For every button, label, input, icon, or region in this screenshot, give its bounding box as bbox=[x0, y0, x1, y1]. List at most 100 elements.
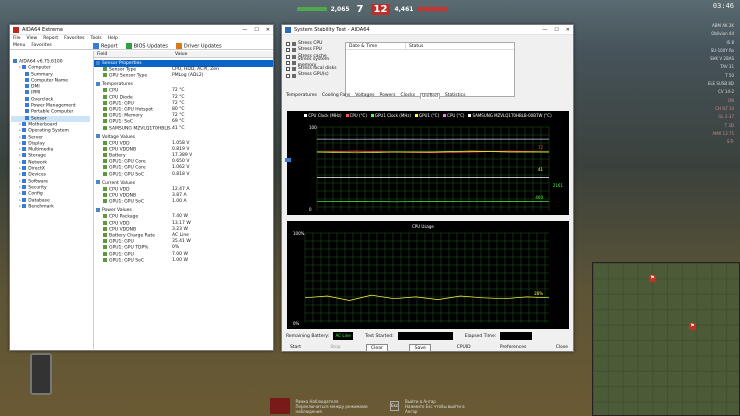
roster-entry: CH ILT 10 bbox=[715, 105, 734, 111]
legend-swatch bbox=[345, 114, 349, 117]
spectator-icon bbox=[270, 398, 290, 414]
tab-statistics[interactable]: Statistics bbox=[445, 93, 466, 99]
sst-app-icon bbox=[285, 26, 291, 33]
legend-label: GPU1 Clock (MHz) bbox=[374, 113, 411, 118]
sensor-field-label: GPU1: GPU SoC bbox=[109, 172, 144, 178]
remaining-battery-label: Remaining Battery: bbox=[286, 333, 330, 339]
status-header: Status bbox=[409, 44, 424, 49]
tree-item[interactable]: › Benchmark bbox=[11, 203, 90, 210]
roster-entry: ON bbox=[727, 97, 734, 103]
section-title: Current Values bbox=[102, 180, 136, 186]
tab-voltages[interactable]: Voltages bbox=[355, 93, 374, 99]
sensor-field-label: GPU1: GPU Core bbox=[109, 159, 146, 165]
report-button[interactable]: Report bbox=[93, 42, 118, 49]
menu-item-file[interactable]: File bbox=[13, 35, 21, 42]
button-row: Start Stop Clear Save CPUID Preferences … bbox=[286, 344, 572, 352]
aida64-window[interactable]: AIDA64 Extreme — ☐ ✕ File View Report Favor… bbox=[9, 24, 274, 351]
section-icon bbox=[96, 60, 100, 65]
legend-entry[interactable]: SAMSUNG MZVLQ1T0HBLB-00B7W (°C) bbox=[468, 113, 552, 118]
stability-test-window[interactable]: System Stability Test - AIDA64 — ☐ ✕ Str… bbox=[281, 24, 574, 352]
checkbox[interactable] bbox=[286, 67, 290, 72]
aida64-titlebar[interactable]: AIDA64 Extreme — ☐ ✕ bbox=[10, 25, 273, 35]
tree-node-icon bbox=[22, 153, 27, 158]
sensor-icon bbox=[103, 193, 107, 197]
section-title: Voltage Values bbox=[102, 134, 136, 140]
checkbox[interactable] bbox=[286, 54, 290, 59]
graph-scroll-marker bbox=[285, 158, 291, 162]
sensor-row[interactable]: GPU1: GPU SoC 0.818 V bbox=[94, 171, 273, 178]
sensor-icon bbox=[103, 245, 107, 250]
sensor-row[interactable]: GPU1: GPU SoC 1.00 A bbox=[94, 199, 273, 205]
sensor-field-label: GPU Sensor Type bbox=[109, 73, 148, 79]
maximize-icon[interactable]: ☐ bbox=[254, 27, 258, 33]
section-header: Current Values bbox=[94, 180, 273, 187]
sst-body: Stress CPU Stress FPU Stress cache Stress s… bbox=[282, 35, 573, 352]
menu-item-report[interactable]: Report bbox=[43, 35, 58, 42]
checkbox[interactable] bbox=[286, 61, 290, 66]
close-icon[interactable]: ✕ bbox=[266, 27, 270, 33]
report-icon bbox=[93, 42, 99, 49]
sensor-row[interactable]: GPU1: GPU SoC 1.00 W bbox=[94, 257, 273, 264]
bios-updates-button[interactable]: BIOS Updates bbox=[125, 42, 168, 49]
cpuid-button[interactable]: CPUID bbox=[453, 344, 475, 352]
close-button[interactable]: Close bbox=[552, 344, 572, 352]
tree-node-icon bbox=[22, 178, 27, 183]
tab-cooling-fans[interactable]: Cooling Fans bbox=[322, 93, 350, 99]
tree-node-icon bbox=[25, 103, 29, 108]
tree-node-icon bbox=[25, 77, 29, 82]
tab-clocks[interactable]: Clocks bbox=[400, 93, 415, 99]
field-column-header[interactable]: Field bbox=[94, 51, 172, 57]
tab-powers[interactable]: Powers bbox=[380, 93, 396, 99]
menu-item-favorites[interactable]: Favorites bbox=[64, 35, 84, 42]
save-button[interactable]: Save bbox=[409, 344, 432, 352]
minimize-icon[interactable]: — bbox=[542, 27, 547, 33]
tree-node-icon bbox=[22, 166, 27, 171]
sensor-field-label: CPU VDDNB bbox=[109, 193, 137, 199]
stress-option[interactable]: Stress GPU(s) bbox=[286, 72, 346, 78]
sensor-icon bbox=[103, 73, 107, 78]
close-icon[interactable]: ✕ bbox=[566, 27, 570, 33]
sensor-icon bbox=[103, 146, 107, 151]
stop-button[interactable]: Stop bbox=[326, 344, 344, 352]
legend-entry[interactable]: CPU Clock (MHz) bbox=[304, 113, 342, 118]
menu-item-view[interactable]: View bbox=[27, 35, 38, 42]
tree-node-icon bbox=[25, 109, 29, 114]
sensor-value: 1.00 A bbox=[172, 199, 187, 205]
g1-right-label: 72 bbox=[537, 145, 543, 150]
sensor-field-label: GPU1: Memory bbox=[109, 113, 143, 119]
detail-header: Field Value bbox=[94, 51, 273, 58]
tab-favorites[interactable]: Favorites bbox=[31, 43, 51, 48]
value-column-header[interactable]: Value bbox=[172, 51, 250, 57]
start-button[interactable]: Start bbox=[286, 344, 305, 352]
tree-item-label: Benchmark bbox=[28, 204, 54, 210]
tree-item-label: Devices bbox=[28, 172, 46, 178]
tab-unified[interactable]: Unified bbox=[420, 93, 440, 99]
tree-item-label: Display bbox=[28, 141, 45, 147]
sensor-sections: Sensor Properties Sensor Type CPU, HDD, AC… bbox=[94, 60, 273, 264]
checkbox[interactable] bbox=[286, 73, 290, 78]
minimize-icon[interactable]: — bbox=[242, 27, 247, 33]
tree-node-icon bbox=[13, 59, 17, 63]
legend-swatch bbox=[443, 114, 447, 117]
spectator-sub: Переключиться между режимами наблюдения bbox=[295, 403, 368, 414]
tree-node-icon bbox=[25, 90, 29, 95]
tab-temperatures[interactable]: Temperatures bbox=[286, 93, 317, 99]
legend-entry[interactable]: CPU (°C) bbox=[345, 113, 367, 118]
sensor-row[interactable]: SAMSUNG MZVLQ1T0HBLB-... 41 °C bbox=[94, 125, 273, 132]
roster-entry: IS 8 bbox=[726, 39, 734, 45]
legend-entry[interactable]: GPU1 (°C) bbox=[414, 113, 439, 118]
legend-entry[interactable]: CPU (°C) bbox=[443, 113, 464, 118]
checkbox[interactable] bbox=[286, 48, 290, 53]
clear-button[interactable]: Clear bbox=[365, 344, 388, 352]
minimap[interactable]: ⚑ ⚑ bbox=[592, 262, 740, 416]
maximize-icon[interactable]: ☐ bbox=[554, 27, 558, 33]
driver-updates-button[interactable]: Driver Updates bbox=[175, 42, 222, 49]
checkbox[interactable] bbox=[286, 42, 290, 47]
tab-menu[interactable]: Menu bbox=[13, 43, 25, 48]
sensor-row[interactable]: GPU Sensor Type PMLog (ADL2) bbox=[94, 73, 273, 79]
tree-item-label: AIDA64 v6.75.6100 bbox=[19, 59, 63, 65]
preferences-button[interactable]: Preferences bbox=[496, 344, 530, 352]
sst-titlebar[interactable]: System Stability Test - AIDA64 — ☐ ✕ bbox=[282, 25, 573, 35]
roster-entry: TAV 31 bbox=[720, 64, 734, 70]
legend-entry[interactable]: GPU1 Clock (MHz) bbox=[370, 113, 411, 118]
